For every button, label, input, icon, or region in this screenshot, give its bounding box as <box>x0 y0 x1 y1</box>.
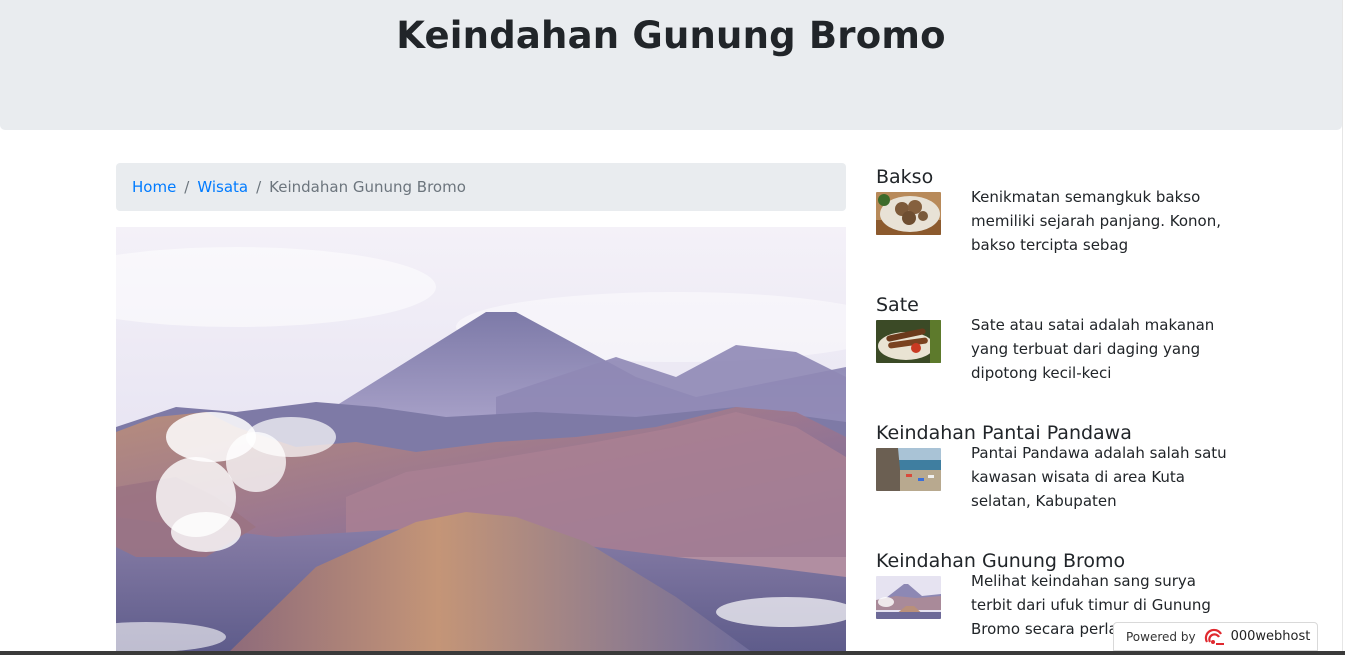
bottom-bar <box>0 651 1345 655</box>
webhost-brand: 000webhost <box>1230 629 1311 644</box>
powered-by-label: Powered by <box>1126 629 1196 644</box>
page-title: Keindahan Gunung Bromo <box>396 14 946 57</box>
sidebar-item-bakso[interactable]: Bakso Kenikmatan semangkuk bakso memilik… <box>876 165 1236 254</box>
sidebar-item-excerpt: Pantai Pandawa adalah salah satu kawasan… <box>971 444 1227 510</box>
sidebar-item-pantai-pandawa[interactable]: Keindahan Pantai Pandawa Pantai Pandawa … <box>876 421 1236 510</box>
gunung-bromo-thumbnail[interactable] <box>876 576 941 619</box>
breadcrumb-home-link[interactable]: Home <box>132 178 176 196</box>
sidebar-item-excerpt: Kenikmatan semangkuk bakso memiliki seja… <box>971 188 1221 254</box>
breadcrumb-separator: / <box>184 178 190 196</box>
sate-thumbnail[interactable] <box>876 320 941 363</box>
sidebar-item-excerpt: Sate atau satai adalah makanan yang terb… <box>971 316 1215 382</box>
webhost-logo-icon <box>1204 628 1226 646</box>
powered-by-badge[interactable]: Powered by 000webhost <box>1113 622 1318 651</box>
breadcrumb-separator: / <box>256 178 262 196</box>
page-header: Keindahan Gunung Bromo <box>0 0 1342 130</box>
pantai-pandawa-thumbnail[interactable] <box>876 448 941 491</box>
breadcrumb: Home / Wisata / Keindahan Gunung Bromo <box>116 163 846 211</box>
bakso-thumbnail[interactable] <box>876 192 941 235</box>
breadcrumb-wisata-link[interactable]: Wisata <box>197 178 248 196</box>
sidebar-item-sate[interactable]: Sate Sate atau satai adalah makanan yang… <box>876 293 1236 382</box>
hero-image <box>116 227 846 655</box>
sidebar-item-gunung-bromo[interactable]: Keindahan Gunung Bromo Melihat keindahan… <box>876 549 1236 638</box>
breadcrumb-current: Keindahan Gunung Bromo <box>269 178 466 196</box>
